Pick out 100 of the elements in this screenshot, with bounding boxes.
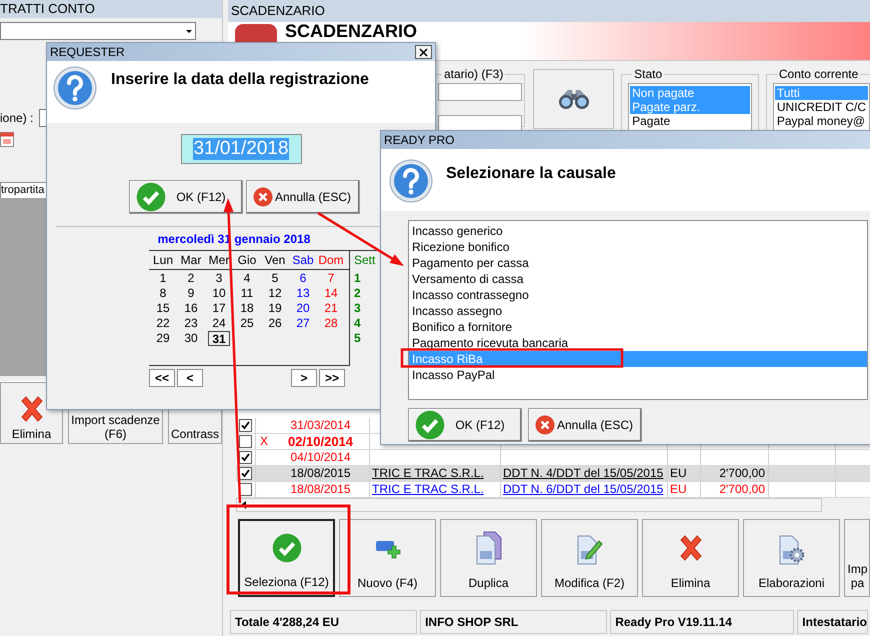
table-cell: 18/08/2015 bbox=[290, 466, 351, 480]
checkbox[interactable] bbox=[239, 467, 252, 480]
toolbar-button[interactable]: Duplica bbox=[440, 519, 537, 597]
calendar-day[interactable]: 30 bbox=[184, 331, 198, 346]
calendar-day[interactable]: 17 bbox=[212, 301, 226, 316]
search-button[interactable] bbox=[533, 69, 614, 129]
list-item[interactable]: Pagate bbox=[630, 114, 750, 128]
dialog-button[interactable]: OK (F12) bbox=[129, 180, 243, 214]
binoculars-icon bbox=[558, 88, 590, 110]
calendar-day[interactable]: 22 bbox=[156, 316, 170, 331]
group-label: Conto corrente bbox=[778, 66, 860, 83]
calendar-day[interactable]: 15 bbox=[156, 301, 170, 316]
toolbar-button[interactable]: Nuovo (F4) bbox=[339, 519, 436, 597]
calendar-day[interactable]: 24 bbox=[212, 316, 226, 331]
dialog-message: Inserire la data della registrazione bbox=[111, 70, 369, 90]
calendar-day[interactable]: 2 bbox=[188, 271, 194, 286]
toolbar-button[interactable]: Elimina bbox=[642, 519, 739, 597]
table-row[interactable]: 18/08/2015 TRIC E TRAC S.R.L. DDT N. 6/DDT del 15/05/2015 EU 2'700,00 bbox=[236, 482, 870, 498]
checkbox[interactable] bbox=[239, 419, 252, 432]
calendar-day[interactable]: 11 bbox=[240, 286, 254, 301]
table-cell: 2'700,00 bbox=[719, 482, 765, 496]
cancel-icon bbox=[535, 415, 555, 435]
flag-mark: X bbox=[260, 434, 268, 448]
calendar-day[interactable]: 12 bbox=[268, 286, 282, 301]
input-field[interactable] bbox=[438, 83, 522, 101]
calendar-nav-button[interactable]: << bbox=[149, 369, 175, 387]
list-item[interactable]: Pagamento ricevuta bancaria bbox=[409, 335, 867, 351]
weekday-label: Gio bbox=[236, 252, 258, 269]
calendar-day[interactable]: 27 bbox=[296, 316, 310, 331]
calendar-day[interactable]: 19 bbox=[268, 301, 282, 316]
group-label: Stato bbox=[633, 66, 664, 83]
dialog-button[interactable]: Annulla (ESC) bbox=[246, 180, 360, 214]
weekday-label: Lun bbox=[152, 252, 174, 269]
table-cell: 02/10/2014 bbox=[288, 434, 354, 449]
calendar-day[interactable]: 26 bbox=[268, 316, 282, 331]
checkbox[interactable] bbox=[239, 451, 252, 464]
list-item[interactable]: UNICREDIT C/C bbox=[774, 100, 868, 114]
calendar-day[interactable]: 20 bbox=[296, 301, 310, 316]
toolbar-button[interactable]: Modifica (F2) bbox=[541, 519, 638, 597]
calendar-day[interactable]: 10 bbox=[212, 286, 226, 301]
toolbar-button[interactable]: Elaborazioni bbox=[743, 519, 840, 597]
calendar-day[interactable]: 25 bbox=[240, 316, 254, 331]
group-label: atario) (F3) bbox=[443, 66, 504, 83]
calendar-day[interactable]: 28 bbox=[324, 316, 338, 331]
dialog-button[interactable]: OK (F12) bbox=[408, 408, 522, 442]
calendar-day[interactable]: 18 bbox=[240, 301, 254, 316]
table-row[interactable]: 18/08/2015 TRIC E TRAC S.R.L. DDT N. 4/DDT del 15/05/2015 EU 2'700,00 bbox=[236, 466, 870, 482]
calendar-day[interactable]: 21 bbox=[324, 301, 338, 316]
calendar-day[interactable]: 23 bbox=[184, 316, 198, 331]
weekday-label: Sab bbox=[291, 252, 315, 269]
list-item[interactable]: Versamento di cassa bbox=[409, 271, 867, 287]
calendar-icon[interactable] bbox=[0, 131, 14, 147]
field-label: ione) : bbox=[0, 110, 34, 127]
list-item[interactable]: Ricezione bonifico bbox=[409, 239, 867, 255]
calendar-day[interactable]: 16 bbox=[184, 301, 198, 316]
list-item[interactable]: Incasso assegno bbox=[409, 303, 867, 319]
check-icon bbox=[272, 533, 302, 563]
horizontal-scrollbar[interactable] bbox=[236, 498, 822, 512]
table-cell: EU bbox=[670, 466, 687, 480]
calendar-day[interactable]: 6 bbox=[300, 271, 306, 286]
checkmark-icon bbox=[241, 421, 250, 430]
dialog-title: READY PRO bbox=[384, 132, 454, 149]
calendar-day[interactable]: 8 bbox=[160, 286, 166, 301]
calendar-day[interactable]: 31 bbox=[208, 331, 230, 346]
table-row[interactable]: 04/10/2014 bbox=[236, 450, 870, 466]
list-item[interactable]: Paypal money@ bbox=[774, 114, 868, 128]
status-cell: Totale 4'288,24 EU bbox=[230, 610, 418, 634]
list-item[interactable]: Bonifico a fornitore bbox=[409, 319, 867, 335]
calendar-day[interactable]: 9 bbox=[188, 286, 194, 301]
panel-title: SCADENZARIO bbox=[228, 0, 870, 22]
toolbar-button[interactable]: Seleziona (F12) bbox=[238, 519, 335, 597]
calendar-day[interactable]: 29 bbox=[156, 331, 170, 346]
calendar-day[interactable]: 1 bbox=[160, 271, 166, 286]
calendar-nav-button[interactable]: >> bbox=[319, 369, 345, 387]
check-icon bbox=[415, 410, 445, 440]
calendar-day[interactable]: 5 bbox=[272, 271, 278, 286]
weekday-label: Mar bbox=[180, 252, 202, 269]
calendar-day[interactable]: 3 bbox=[216, 271, 222, 286]
calendar-day[interactable]: 14 bbox=[324, 286, 338, 301]
calendar-day[interactable]: 13 bbox=[296, 286, 310, 301]
dropdown-field[interactable] bbox=[0, 22, 196, 40]
dialog-button[interactable]: Annulla (ESC) bbox=[528, 408, 642, 442]
calendar-day[interactable]: 7 bbox=[328, 271, 334, 286]
list-item[interactable]: Incasso contrassegno bbox=[409, 287, 867, 303]
week-number: 4 bbox=[354, 316, 362, 331]
table-cell: EU bbox=[670, 482, 687, 496]
close-button[interactable] bbox=[415, 45, 432, 59]
table-cell: 2'700,00 bbox=[719, 466, 765, 480]
calendar-nav-button[interactable]: < bbox=[177, 369, 203, 387]
calendar-day[interactable]: 4 bbox=[244, 271, 250, 286]
list-item[interactable]: Incasso PayPal bbox=[409, 367, 867, 383]
table-cell: DDT N. 4/DDT del 15/05/2015 bbox=[503, 466, 664, 480]
checkbox[interactable] bbox=[239, 435, 252, 448]
list-item[interactable]: Pagamento per cassa bbox=[409, 255, 867, 271]
list-item[interactable]: Incasso generico bbox=[409, 223, 867, 239]
weekday-label: Mer bbox=[208, 252, 230, 269]
table-cell: 31/03/2014 bbox=[290, 418, 351, 432]
calendar-nav-button[interactable]: > bbox=[291, 369, 317, 387]
input-field[interactable] bbox=[438, 115, 522, 131]
toolbar-button[interactable]: Imp pa bbox=[844, 519, 870, 597]
